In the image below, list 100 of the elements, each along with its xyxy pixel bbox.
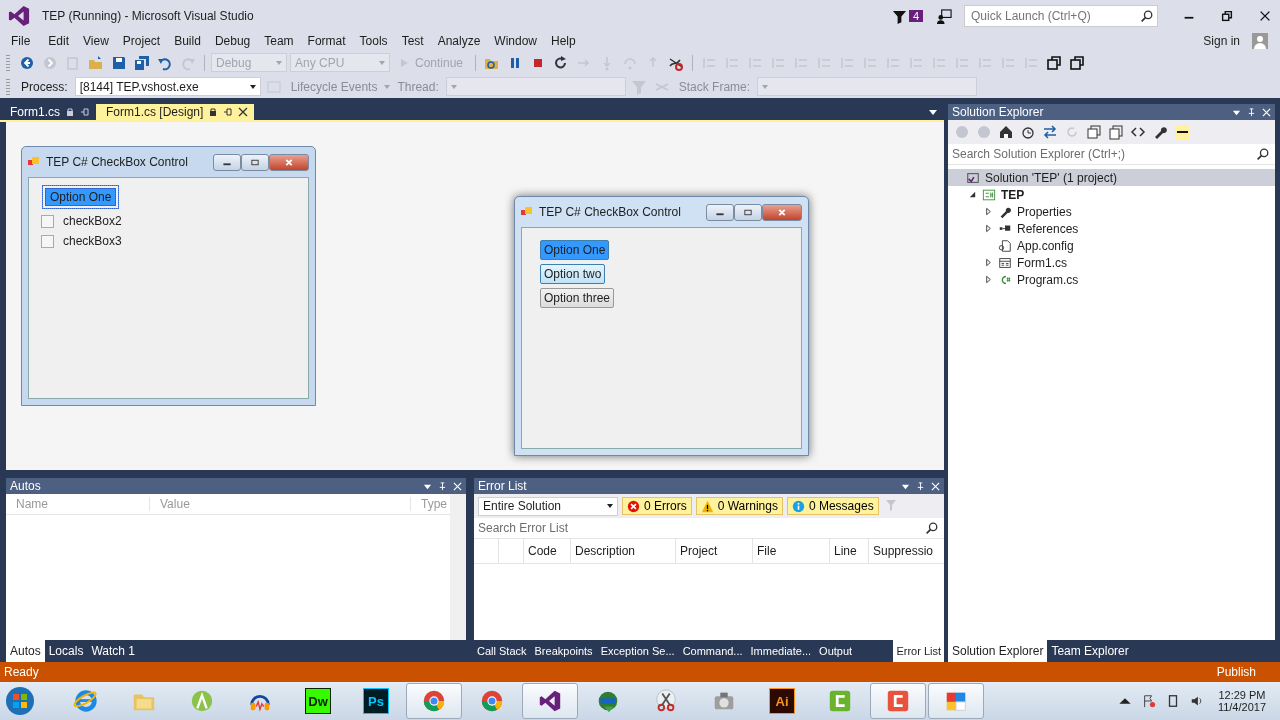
filter-button[interactable]: 0 Messages (786, 497, 879, 515)
menu-item[interactable]: Help (544, 34, 583, 48)
pin-icon[interactable] (80, 107, 90, 117)
history-icon[interactable] (1020, 124, 1036, 140)
menu-item[interactable]: Tools (352, 34, 395, 48)
toggle-button[interactable]: Option One (540, 240, 610, 260)
tree-item[interactable]: Properties (948, 203, 1275, 220)
document-tab[interactable]: Form1.cs (0, 104, 96, 120)
collapsed-arrow-icon[interactable] (984, 224, 993, 233)
panel-tab[interactable]: Solution Explorer (948, 640, 1048, 662)
sync-icon[interactable] (1042, 124, 1058, 140)
taskbar-app[interactable]: Ps (348, 683, 404, 719)
menu-item[interactable]: Team (257, 34, 301, 48)
minimize-button[interactable] (706, 203, 734, 221)
collapsed-arrow-icon[interactable] (984, 258, 993, 267)
toggle-button[interactable]: Option two (540, 264, 606, 284)
tree-item[interactable]: Solution 'TEP' (1 project) (948, 169, 1275, 186)
preview-icon[interactable] (1174, 124, 1190, 140)
column-header[interactable]: Description (571, 539, 676, 563)
search-field[interactable]: Search Solution Explorer (Ctrl+;) (948, 143, 1256, 165)
toggle-button[interactable]: Option three (540, 288, 615, 308)
search-field[interactable]: Search Error List (474, 517, 925, 539)
menu-item[interactable]: Build (167, 34, 208, 48)
quick-launch-field[interactable]: Quick Launch (Ctrl+Q) (964, 5, 1158, 27)
funnel-icon[interactable] (891, 8, 907, 24)
column-header[interactable]: File (753, 539, 830, 563)
close-button[interactable] (762, 203, 802, 221)
panel-tab[interactable]: Error List (893, 640, 944, 662)
taskbar-app[interactable]: Dw (290, 683, 346, 719)
column-header[interactable]: Code (524, 539, 571, 563)
checkbox[interactable] (41, 214, 54, 228)
panel-tab[interactable]: Team Explorer (1047, 640, 1133, 662)
tab-order-icon[interactable] (1046, 54, 1063, 71)
menu-item[interactable]: Project (115, 34, 168, 48)
clock[interactable]: 12:29 PM 11/4/2017 (1217, 689, 1266, 713)
panel-tab[interactable]: Breakpoints (531, 640, 596, 662)
filter-button[interactable]: 0 Warnings (695, 497, 783, 515)
copy-icon[interactable] (1108, 124, 1124, 140)
start-button[interactable] (4, 685, 36, 717)
checkbox[interactable] (41, 234, 54, 248)
menu-item[interactable]: Test (394, 34, 431, 48)
filter-button[interactable]: 0 Errors (622, 497, 692, 515)
volume-icon[interactable] (1189, 694, 1204, 708)
taskbar-app[interactable] (406, 683, 462, 719)
panel-tab[interactable]: Command... (679, 640, 746, 662)
column-header[interactable]: Suppressio (869, 539, 944, 563)
tree-item[interactable]: Form1.cs (948, 254, 1275, 271)
tree-item[interactable]: References (948, 220, 1275, 237)
tree-item[interactable]: Program.cs (948, 271, 1275, 288)
dropdown-icon[interactable] (928, 107, 938, 117)
restore-icon[interactable] (1220, 9, 1234, 23)
home-icon[interactable] (998, 124, 1014, 140)
panel-tab[interactable]: Call Stack (474, 640, 530, 662)
menu-item[interactable]: View (76, 34, 116, 48)
maximize-button[interactable] (734, 203, 762, 221)
panel-tab[interactable]: Locals (44, 640, 88, 662)
account-icon[interactable] (1252, 33, 1268, 49)
flag-icon[interactable] (1141, 694, 1156, 708)
save-all-icon[interactable] (134, 54, 150, 71)
close-button[interactable] (269, 153, 309, 171)
tree-item[interactable]: App.config (948, 237, 1275, 254)
taskbar-app[interactable] (928, 683, 984, 719)
taskbar-app[interactable]: Ai (754, 683, 810, 719)
column-header[interactable]: Line (830, 539, 869, 563)
panel-tab[interactable]: Immediate... (747, 640, 815, 662)
pin-icon[interactable] (223, 107, 234, 117)
menu-item[interactable]: Window (487, 34, 545, 48)
menu-item[interactable]: Debug (207, 34, 258, 48)
maximize-button[interactable] (241, 153, 269, 171)
back-icon[interactable] (19, 54, 35, 71)
panel-tab[interactable]: Exception Se... (597, 640, 678, 662)
panel-tab[interactable]: Watch 1 (87, 640, 139, 662)
menu-item[interactable]: Format (300, 34, 353, 48)
text-input[interactable]: Quick Launch (Ctrl+Q) (969, 8, 1140, 24)
toggle-button[interactable]: Option One (42, 185, 120, 209)
save-icon[interactable] (111, 54, 127, 71)
close-icon[interactable] (238, 107, 249, 117)
collapsed-arrow-icon[interactable] (984, 275, 993, 284)
scope-dropdown[interactable]: Entire Solution (478, 496, 618, 516)
tree-item[interactable]: TEP (948, 186, 1275, 203)
sign-in-link[interactable]: Sign in (1203, 34, 1240, 48)
process-dropdown[interactable]: [8144] TEP.vshost.exe (74, 77, 261, 96)
panel-tab[interactable]: Output (816, 640, 856, 662)
column-header[interactable]: Project (676, 539, 753, 563)
taskbar-app[interactable] (522, 683, 578, 719)
collapsed-arrow-icon[interactable] (984, 207, 993, 216)
menu-item[interactable]: Edit (41, 34, 77, 48)
notification-badge[interactable]: 4 (908, 10, 923, 22)
scrollbar[interactable] (450, 494, 466, 640)
close-icon[interactable] (1258, 9, 1272, 23)
panel-tab[interactable]: Autos (6, 640, 45, 662)
minimize-button[interactable] (213, 153, 241, 171)
collapse-icon[interactable] (1086, 124, 1102, 140)
tab-order-icon[interactable] (1069, 54, 1086, 71)
document-tab[interactable]: Form1.cs [Design] (96, 104, 255, 120)
publish-button[interactable]: Publish (1216, 665, 1256, 679)
menu-item[interactable]: File (4, 34, 38, 48)
expanded-arrow-icon[interactable] (968, 190, 977, 199)
menu-item[interactable]: Analyze (430, 34, 488, 48)
feedback-icon[interactable] (937, 8, 952, 24)
